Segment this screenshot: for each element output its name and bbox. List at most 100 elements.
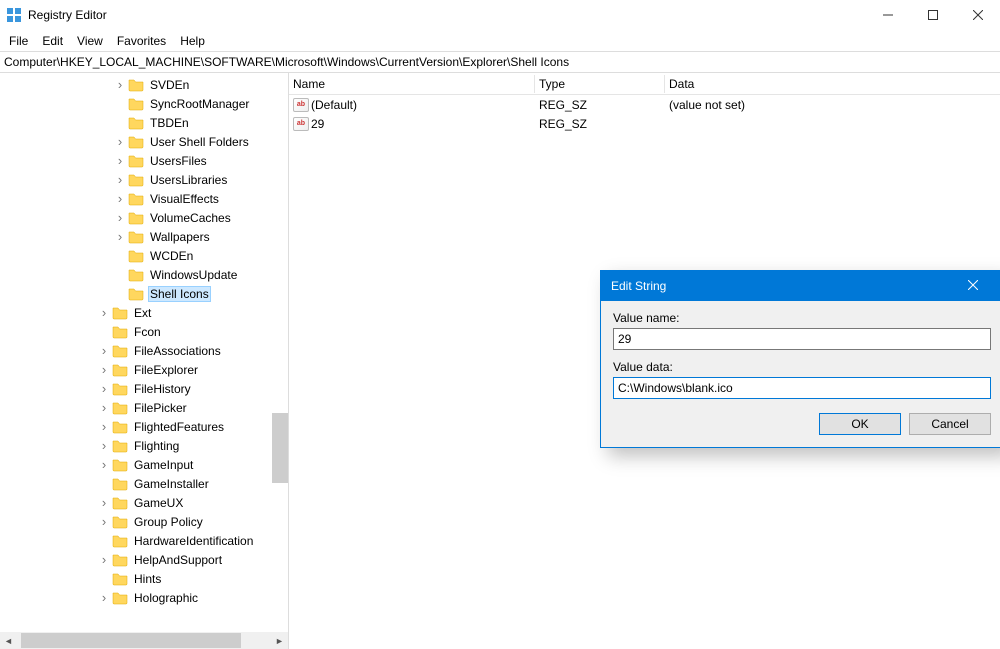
- folder-icon: [128, 115, 144, 131]
- expand-icon[interactable]: ›: [96, 343, 112, 359]
- tree-node[interactable]: Shell Icons: [0, 284, 288, 303]
- expand-icon[interactable]: ›: [96, 305, 112, 321]
- value-data-label: Value data:: [613, 360, 991, 374]
- minimize-button[interactable]: [865, 0, 910, 30]
- expand-icon[interactable]: ›: [112, 229, 128, 245]
- dialog-close-icon[interactable]: [953, 279, 993, 293]
- folder-icon: [112, 343, 128, 359]
- tree-vertical-scrollbar-thumb[interactable]: [272, 413, 288, 483]
- menu-view[interactable]: View: [70, 32, 110, 50]
- tree-node-label: WCDEn: [148, 249, 195, 263]
- tree-node-label: Wallpapers: [148, 230, 212, 244]
- folder-icon: [128, 210, 144, 226]
- tree-node[interactable]: WCDEn: [0, 246, 288, 265]
- tree-node[interactable]: ›FileExplorer: [0, 360, 288, 379]
- tree-node[interactable]: › FileHistory: [0, 379, 288, 398]
- folder-icon: [112, 324, 128, 340]
- dialog-title-bar[interactable]: Edit String: [601, 271, 1000, 301]
- tree-node[interactable]: SyncRootManager: [0, 94, 288, 113]
- scroll-right-arrow-icon[interactable]: ►: [271, 632, 288, 649]
- tree-node[interactable]: › FlightedFeatures: [0, 417, 288, 436]
- scroll-left-arrow-icon[interactable]: ◄: [0, 632, 17, 649]
- folder-icon: [128, 96, 144, 112]
- value-name-input[interactable]: [613, 328, 991, 350]
- expand-icon[interactable]: ›: [112, 191, 128, 207]
- list-header: Name Type Data: [289, 73, 1000, 95]
- tree-node-label: FileHistory: [132, 382, 193, 396]
- tree-node[interactable]: ›Group Policy: [0, 512, 288, 531]
- tree-node[interactable]: ›UsersFiles: [0, 151, 288, 170]
- list-row[interactable]: ab29REG_SZ: [289, 114, 1000, 133]
- value-name: (Default): [311, 98, 357, 112]
- tree-node[interactable]: WindowsUpdate: [0, 265, 288, 284]
- list-rows: ab(Default)REG_SZ(value not set)ab29REG_…: [289, 95, 1000, 133]
- tree-node[interactable]: HardwareIdentification: [0, 531, 288, 550]
- value-data: (value not set): [665, 98, 1000, 112]
- title-bar[interactable]: Registry Editor: [0, 0, 1000, 30]
- tree-node[interactable]: › GameUX: [0, 493, 288, 512]
- tree-node[interactable]: ›UsersLibraries: [0, 170, 288, 189]
- maximize-button[interactable]: [910, 0, 955, 30]
- folder-icon: [128, 153, 144, 169]
- tree-node[interactable]: GameInstaller: [0, 474, 288, 493]
- folder-icon: [112, 362, 128, 378]
- expand-icon[interactable]: ›: [96, 590, 112, 606]
- cancel-button[interactable]: Cancel: [909, 413, 991, 435]
- expand-icon[interactable]: ›: [96, 381, 112, 397]
- expand-icon[interactable]: ›: [112, 172, 128, 188]
- tree-node-label: VolumeCaches: [148, 211, 233, 225]
- tree-node[interactable]: › Wallpapers: [0, 227, 288, 246]
- window-title: Registry Editor: [28, 8, 107, 22]
- folder-icon: [112, 438, 128, 454]
- tree-node[interactable]: ›Flighting: [0, 436, 288, 455]
- tree-node-label: WindowsUpdate: [148, 268, 239, 282]
- tree-node[interactable]: ›User Shell Folders: [0, 132, 288, 151]
- close-button[interactable]: [955, 0, 1000, 30]
- tree-node[interactable]: ›HelpAndSupport: [0, 550, 288, 569]
- menu-edit[interactable]: Edit: [35, 32, 70, 50]
- address-bar[interactable]: Computer\HKEY_LOCAL_MACHINE\SOFTWARE\Mic…: [0, 51, 1000, 73]
- tree-node[interactable]: ›Holographic: [0, 588, 288, 607]
- expand-icon[interactable]: ›: [96, 438, 112, 454]
- tree-horizontal-scrollbar-thumb[interactable]: [21, 633, 241, 648]
- tree-node[interactable]: › VolumeCaches: [0, 208, 288, 227]
- tree-node[interactable]: ›Ext: [0, 303, 288, 322]
- registry-editor-window: Registry Editor File Edit View Favorites…: [0, 0, 1000, 649]
- column-name[interactable]: Name: [289, 75, 535, 93]
- tree-node[interactable]: Fcon: [0, 322, 288, 341]
- reg-sz-icon: ab: [293, 116, 309, 132]
- tree-node-label: FilePicker: [132, 401, 189, 415]
- folder-icon: [128, 286, 144, 302]
- tree-node-label: FlightedFeatures: [132, 420, 226, 434]
- column-type[interactable]: Type: [535, 75, 665, 93]
- tree-node[interactable]: ›SVDEn: [0, 75, 288, 94]
- expand-icon[interactable]: ›: [112, 210, 128, 226]
- column-data[interactable]: Data: [665, 75, 1000, 93]
- expand-icon[interactable]: ›: [112, 153, 128, 169]
- tree-horizontal-scrollbar[interactable]: ◄ ►: [0, 632, 288, 649]
- tree-node[interactable]: TBDEn: [0, 113, 288, 132]
- tree-node[interactable]: ›FileAssociations: [0, 341, 288, 360]
- expand-icon[interactable]: ›: [96, 400, 112, 416]
- expand-icon[interactable]: ›: [112, 77, 128, 93]
- expand-icon[interactable]: ›: [96, 514, 112, 530]
- tree-node[interactable]: › FilePicker: [0, 398, 288, 417]
- registry-tree[interactable]: ›SVDEnSyncRootManagerTBDEn›User Shell Fo…: [0, 73, 288, 632]
- tree-node-label: GameUX: [132, 496, 185, 510]
- expand-icon[interactable]: ›: [96, 495, 112, 511]
- expand-icon[interactable]: ›: [96, 457, 112, 473]
- expand-icon[interactable]: ›: [112, 134, 128, 150]
- list-row[interactable]: ab(Default)REG_SZ(value not set): [289, 95, 1000, 114]
- value-data-input[interactable]: [613, 377, 991, 399]
- tree-node[interactable]: ›GameInput: [0, 455, 288, 474]
- menu-favorites[interactable]: Favorites: [110, 32, 173, 50]
- menu-help[interactable]: Help: [173, 32, 212, 50]
- expand-icon[interactable]: ›: [96, 419, 112, 435]
- tree-node[interactable]: ›VisualEffects: [0, 189, 288, 208]
- tree-node[interactable]: Hints: [0, 569, 288, 588]
- expand-icon[interactable]: ›: [96, 362, 112, 378]
- ok-button[interactable]: OK: [819, 413, 901, 435]
- menu-file[interactable]: File: [2, 32, 35, 50]
- tree-node-label: Fcon: [132, 325, 163, 339]
- expand-icon[interactable]: ›: [96, 552, 112, 568]
